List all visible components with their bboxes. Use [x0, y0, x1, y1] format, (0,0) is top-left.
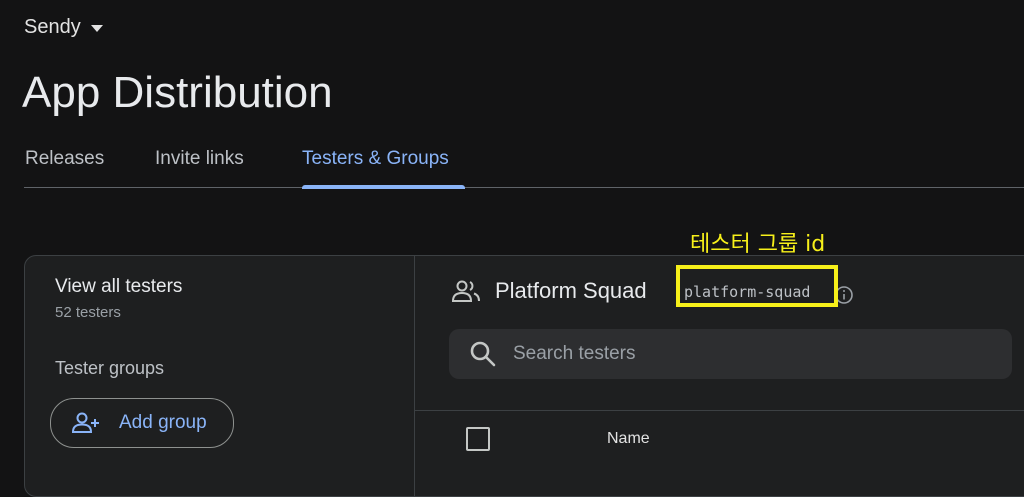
chevron-down-icon	[90, 25, 103, 32]
view-all-testers-link[interactable]: View all testers	[55, 276, 182, 298]
add-group-button[interactable]: Add group	[50, 398, 234, 448]
add-group-icon	[71, 412, 99, 433]
project-selector[interactable]: Sendy	[24, 16, 103, 39]
column-header-name[interactable]: Name	[607, 430, 650, 448]
tester-groups-heading: Tester groups	[55, 358, 165, 378]
tab-invite-links[interactable]: Invite links	[155, 148, 244, 170]
select-all-checkbox[interactable]	[466, 427, 490, 451]
group-header: Platform Squad	[451, 278, 647, 304]
group-id-highlight-box	[676, 265, 838, 307]
tab-releases[interactable]: Releases	[25, 148, 104, 170]
group-name: Platform Squad	[495, 278, 647, 303]
tester-count: 52 testers	[55, 304, 121, 321]
page-title: App Distribution	[22, 68, 333, 117]
groups-sidebar: View all testers 52 testers Tester group…	[25, 256, 415, 496]
annotation-label: 테스터 그룹 id	[690, 232, 826, 257]
search-icon	[470, 341, 496, 367]
group-icon	[451, 280, 480, 302]
table-divider	[415, 410, 1024, 411]
tab-bar: Releases Invite links Testers & Groups	[24, 140, 1024, 189]
project-name: Sendy	[24, 16, 81, 38]
active-tab-indicator	[302, 185, 465, 189]
testers-groups-card: View all testers 52 testers Tester group…	[24, 255, 1024, 497]
tab-testers-groups[interactable]: Testers & Groups	[302, 148, 449, 170]
search-input[interactable]	[511, 342, 975, 366]
search-bar[interactable]	[449, 329, 1012, 379]
add-group-label: Add group	[119, 412, 207, 433]
